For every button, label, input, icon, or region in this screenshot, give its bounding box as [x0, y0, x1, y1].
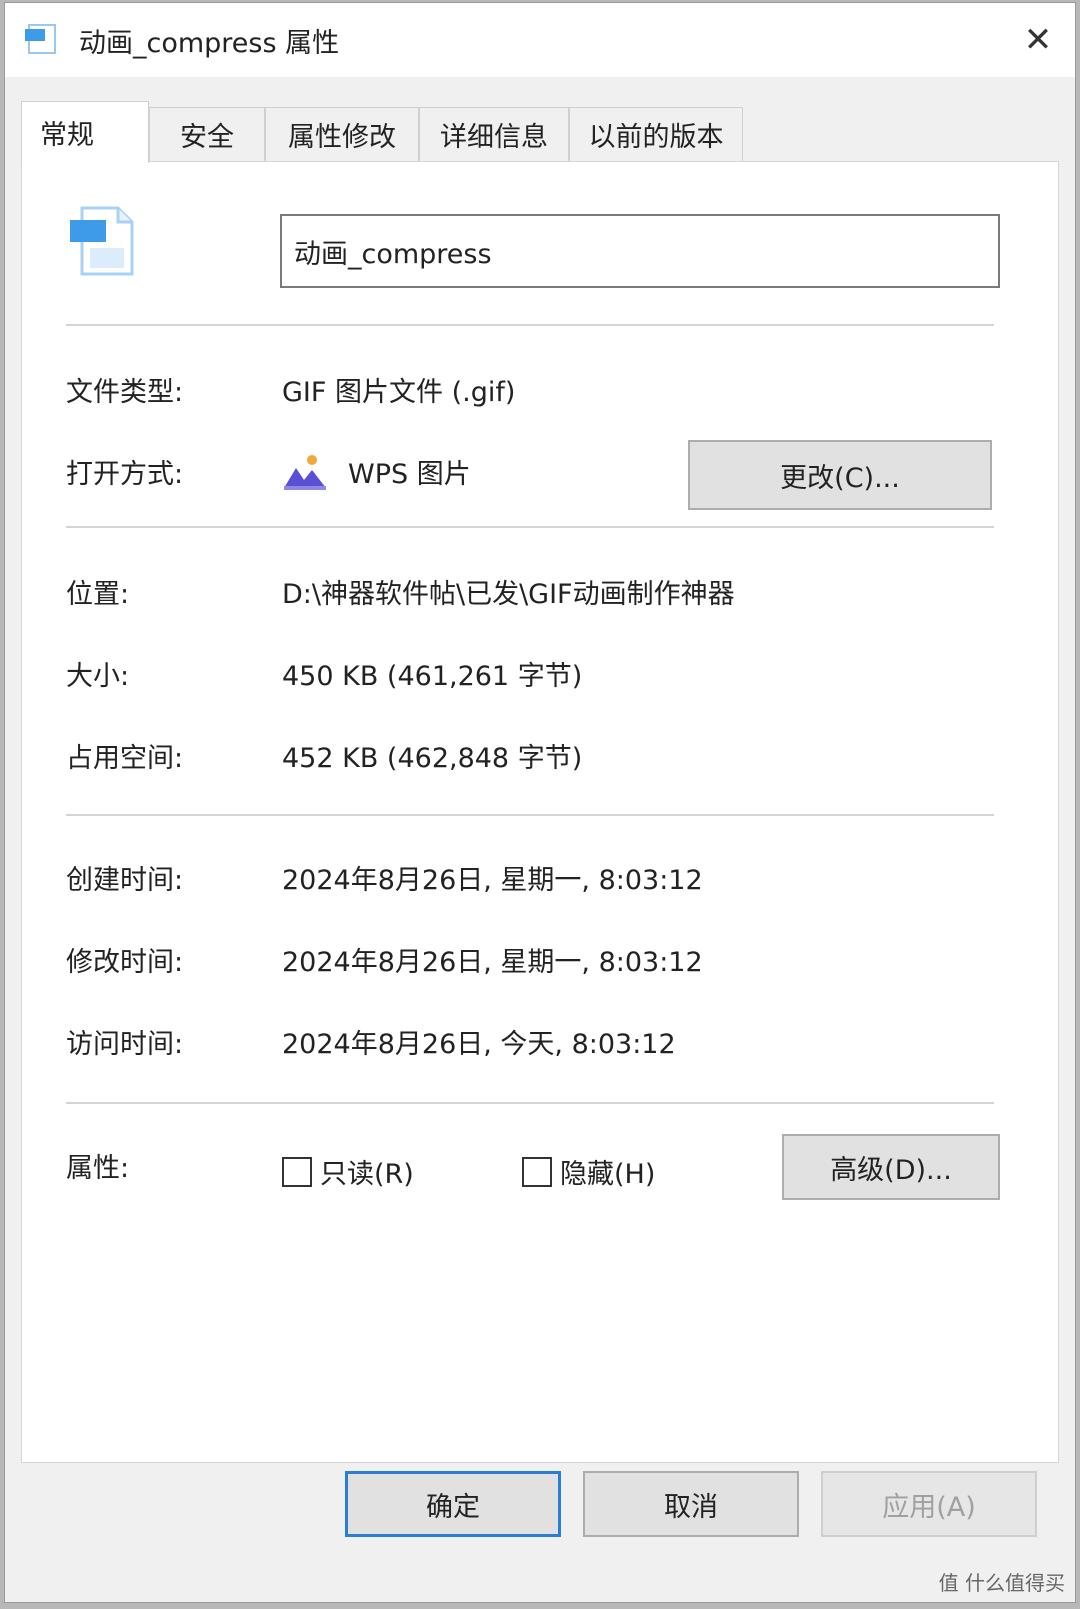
watermark-text: 值 什么值得买 [938, 1571, 1065, 1595]
open-with-app: WPS 图片 [348, 459, 471, 490]
file-name-input[interactable] [280, 214, 1000, 288]
divider [66, 1102, 994, 1104]
gif-file-icon [25, 24, 56, 54]
tab-attribute-modify[interactable]: 属性修改 [265, 107, 419, 161]
size-value: 450 KB (461,261 字节) [282, 661, 583, 692]
tab-security[interactable]: 安全 [149, 107, 265, 161]
hidden-checkbox[interactable]: 隐藏(H) [522, 1152, 655, 1191]
advanced-button[interactable]: 高级(D)... [782, 1134, 1000, 1200]
readonly-label: 只读(R) [320, 1159, 414, 1190]
location-value: D:\神器软件帖\已发\GIF动画制作神器 [282, 579, 735, 610]
title-bar: 动画_compress 属性 ✕ [5, 3, 1075, 77]
location-label: 位置: [66, 579, 130, 610]
hidden-checkbox-box[interactable] [522, 1156, 552, 1187]
created-value: 2024年8月26日, 星期一, 8:03:12 [282, 865, 703, 896]
tab-previous-versions[interactable]: 以前的版本 [569, 107, 743, 161]
accessed-label: 访问时间: [66, 1029, 184, 1060]
tab-general[interactable]: 常规 [21, 101, 149, 163]
size-label: 大小: [66, 661, 130, 692]
created-label: 创建时间: [66, 865, 184, 896]
window-title: 动画_compress 属性 [79, 28, 340, 59]
properties-dialog: 动画_compress 属性 ✕ 常规 安全 属性修改 详细信息 以前的版本 文… [4, 2, 1076, 1603]
cancel-button[interactable]: 取消 [583, 1471, 799, 1537]
hidden-label: 隐藏(H) [560, 1159, 656, 1190]
tab-details[interactable]: 详细信息 [419, 107, 569, 161]
readonly-checkbox[interactable]: 只读(R) [282, 1152, 414, 1191]
divider [66, 324, 994, 326]
divider [66, 526, 994, 528]
size-on-disk-value: 452 KB (462,848 字节) [282, 743, 583, 774]
close-button[interactable]: ✕ [1001, 3, 1075, 77]
file-type-label: 文件类型: [66, 377, 184, 408]
accessed-value: 2024年8月26日, 今天, 8:03:12 [282, 1029, 676, 1060]
close-icon: ✕ [1023, 20, 1053, 60]
apply-button[interactable]: 应用(A) [821, 1471, 1037, 1537]
open-with-label: 打开方式: [66, 459, 184, 490]
size-on-disk-label: 占用空间: [66, 743, 184, 774]
modified-value: 2024年8月26日, 星期一, 8:03:12 [282, 947, 703, 978]
gif-file-large-icon [70, 206, 134, 276]
general-panel: 文件类型: GIF 图片文件 (.gif) 打开方式: WPS 图片 更改(C)… [21, 161, 1059, 1463]
change-button[interactable]: 更改(C)... [688, 440, 992, 510]
readonly-checkbox-box[interactable] [282, 1156, 312, 1187]
modified-label: 修改时间: [66, 947, 184, 978]
divider [66, 814, 994, 816]
attributes-label: 属性: [66, 1153, 130, 1184]
ok-button[interactable]: 确定 [345, 1471, 561, 1537]
file-type-value: GIF 图片文件 (.gif) [282, 377, 516, 408]
wps-picture-icon [284, 455, 326, 490]
tab-strip: 常规 安全 属性修改 详细信息 以前的版本 [21, 101, 781, 163]
